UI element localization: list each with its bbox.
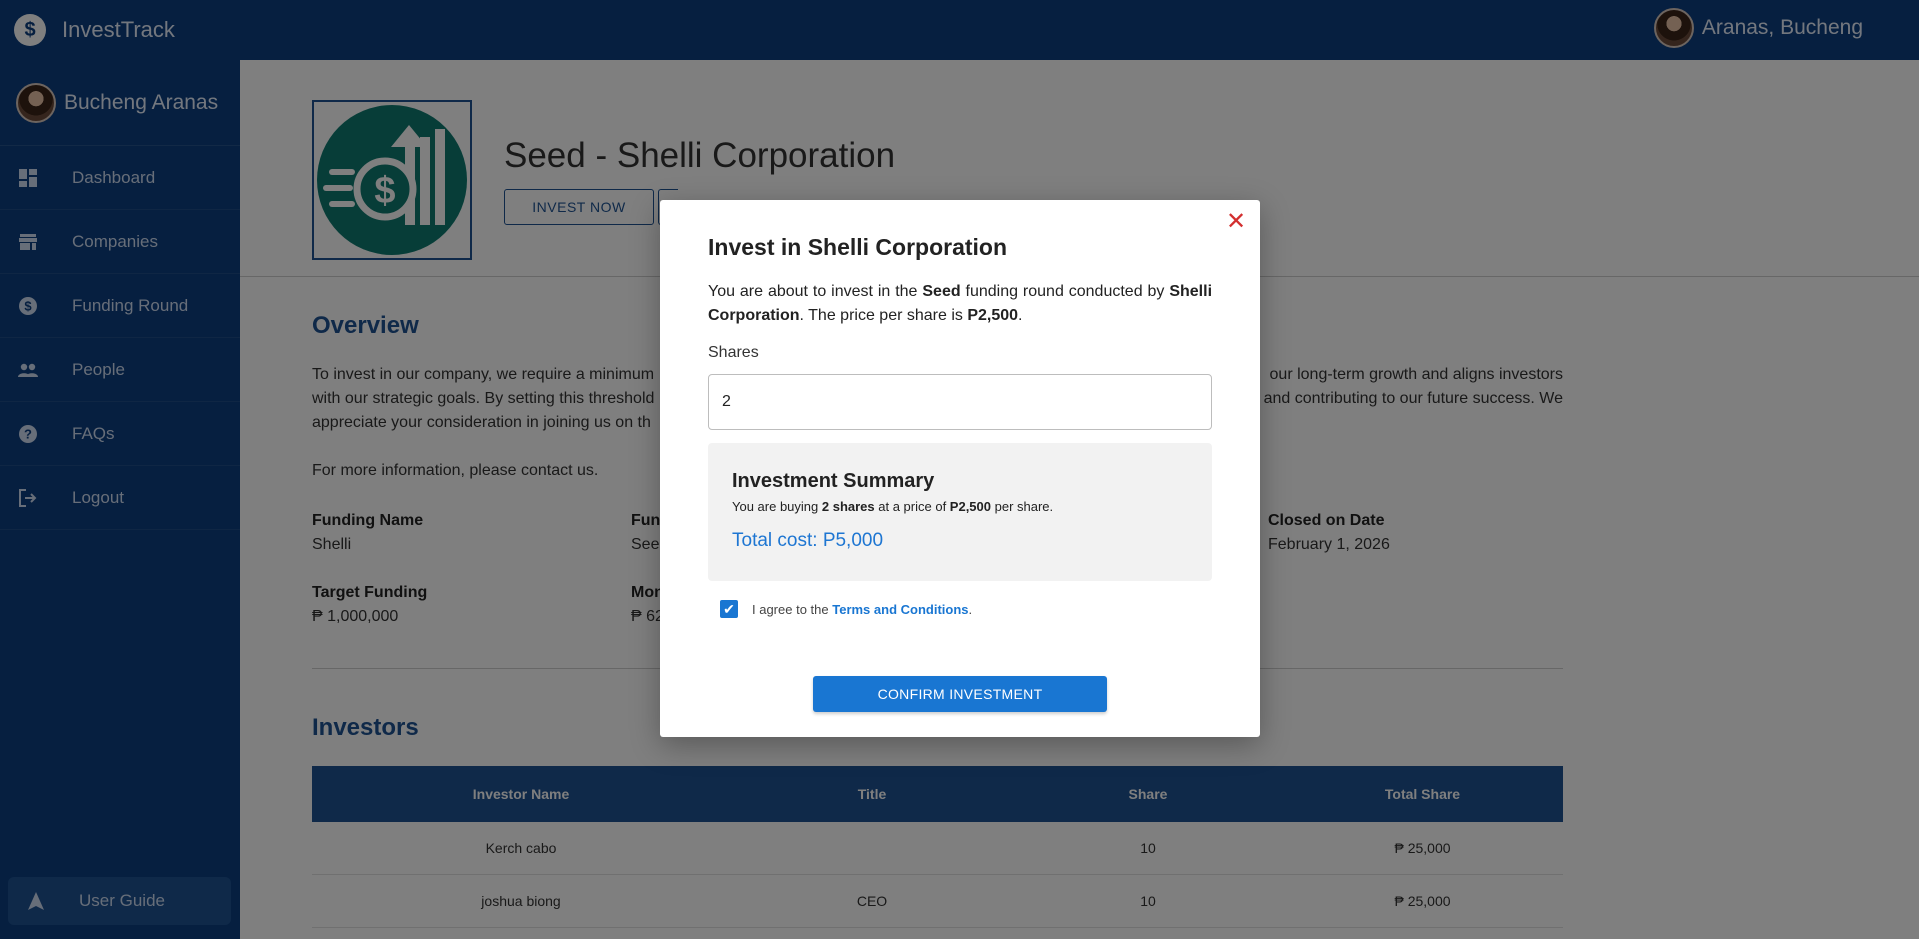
summary-price: P2,500 <box>949 499 991 514</box>
confirm-investment-button[interactable]: CONFIRM INVESTMENT <box>813 676 1107 712</box>
summary-part: at a price of <box>874 499 950 514</box>
modal-title: Invest in Shelli Corporation <box>708 234 1008 260</box>
summary-part: per share. <box>991 499 1054 514</box>
summary-part: You are buying <box>732 499 822 514</box>
shares-input[interactable] <box>708 374 1212 430</box>
desc-text: funding round conducted by <box>960 283 1170 300</box>
desc-round: Seed <box>922 283 961 300</box>
desc-text: You are about to invest in the <box>708 283 923 300</box>
agree-checkbox[interactable]: ✔ <box>720 600 738 618</box>
modal-description: You are about to invest in the Seed fund… <box>708 280 1212 328</box>
close-icon[interactable]: ✕ <box>1226 210 1246 234</box>
summary-title: Investment Summary <box>732 470 935 492</box>
agree-end: . <box>968 601 973 617</box>
terms-agreement: ✔ I agree to the Terms and Conditions. <box>720 600 972 618</box>
summary-shares: 2 shares <box>821 499 875 514</box>
desc-text: . <box>1018 307 1023 324</box>
agree-label: I agree to the <box>752 601 833 617</box>
total-cost: Total cost: P5,000 <box>732 530 884 551</box>
summary-text: You are buying 2 shares at a price of P2… <box>732 499 1053 514</box>
agree-text: I agree to the Terms and Conditions. <box>752 602 972 617</box>
desc-price: P2,500 <box>967 307 1019 324</box>
terms-link[interactable]: Terms and Conditions <box>832 602 968 617</box>
desc-text: . The price per share is <box>799 307 968 324</box>
investment-summary: Investment Summary You are buying 2 shar… <box>708 443 1212 581</box>
invest-modal: ✕ Invest in Shelli Corporation You are a… <box>660 200 1260 737</box>
check-icon: ✔ <box>723 600 735 617</box>
shares-label: Shares <box>708 344 759 361</box>
